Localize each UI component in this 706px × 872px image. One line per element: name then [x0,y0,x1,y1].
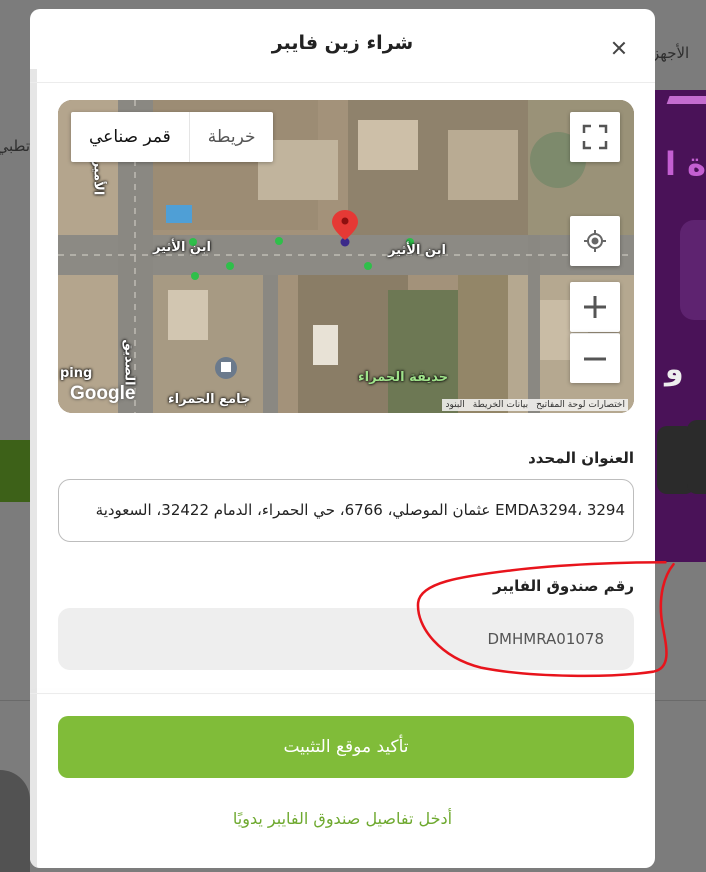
address-field[interactable]: EMDA3294، 3294 عثمان الموصلي، 6766، حي ا… [58,479,634,542]
location-map[interactable]: ابن الأثير ابن الأثير حديقة الحمراء جامع… [58,100,634,413]
background-shape [0,770,30,872]
modal-header: شراء زين فايبر [30,9,655,83]
purchase-modal: شراء زين فايبر ابن الأثير ابن الأثير حدي… [30,9,655,868]
fiber-box-field: DMHMRA01078 [58,608,634,670]
background-divider [655,700,706,701]
footer-divider [30,693,655,694]
banner-shape [687,420,706,494]
banner-shape [680,220,706,320]
confirm-location-button[interactable]: تأكيد موقع التثبيت [58,716,634,778]
map-type-road[interactable]: خريطة [188,112,274,162]
map-street-label: ابن الأثير [153,240,211,255]
modal-scrollbar[interactable] [30,69,37,868]
map-attribution: اختصارات لوحة المفاتيح بيانات الخريطة ال… [442,399,628,411]
fullscreen-icon [582,124,608,150]
background-text: الأجهز [652,44,690,62]
map-park-label: حديقة الحمراء [358,370,449,385]
map-road-label: الصديق [121,339,137,386]
google-logo: Google [70,383,136,404]
fiber-box-label: رقم صندوق الفايبر [493,577,634,595]
zoom-out-button[interactable] [570,333,620,383]
map-data-link[interactable]: بيانات الخريطة [473,400,528,410]
minus-icon [584,357,606,361]
address-label: العنوان المحدد [528,449,634,467]
fullscreen-button[interactable] [570,112,620,162]
keyboard-shortcuts-link[interactable]: اختصارات لوحة المفاتيح [536,400,625,410]
plus-icon [584,296,606,318]
banner-text: ة ا [665,145,706,183]
map-mosque-label: جامع الحمراء [168,392,251,407]
banner-shape [656,96,706,132]
background-banner: ة ا و [655,90,706,562]
banner-text: و [665,352,684,387]
modal-title: شراء زين فايبر [271,32,414,54]
map-road-label: الأمير [90,159,106,196]
map-type-satellite[interactable]: قمر صناعي [71,112,189,162]
manual-entry-link[interactable]: أدخل تفاصيل صندوق الفايبر يدويًا [30,809,655,828]
terms-link[interactable]: البنود [445,400,464,410]
map-type-toggle: قمر صناعي خريطة [71,112,274,162]
background-divider [0,700,30,701]
my-location-button[interactable] [570,216,620,266]
map-edge-label: ping [60,366,93,381]
close-icon[interactable] [606,35,632,61]
background-button [0,440,30,502]
background-text: تطبي [0,137,30,155]
map-street-label: ابن الأثير [388,243,446,258]
zoom-in-button[interactable] [570,282,620,332]
crosshair-icon [584,230,606,252]
